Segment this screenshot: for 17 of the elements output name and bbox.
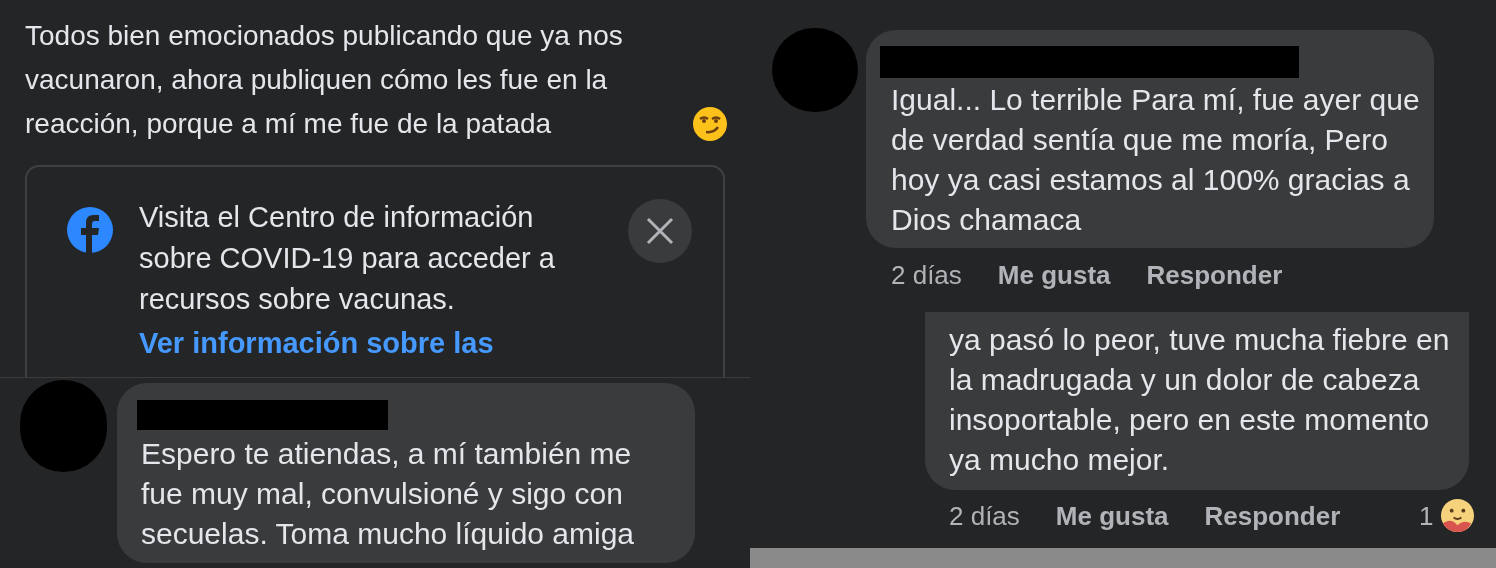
close-icon	[646, 217, 674, 245]
smirk-face-icon	[692, 106, 728, 142]
like-link[interactable]: Me gusta	[1055, 500, 1169, 532]
facebook-icon	[67, 207, 113, 253]
like-link[interactable]: Me gusta	[997, 259, 1111, 291]
post-text: Todos bien emocionados publicando que ya nos vacunaron, ahora publiquen cómo les fue en la reacción, porque a mí me fue de la patada	[25, 19, 624, 141]
info-link[interactable]: Ver información sobre las	[139, 327, 494, 359]
reply-link[interactable]: Responder	[1146, 259, 1283, 291]
info-text: Visita el Centro de información sobre COVID-19 para acceder a recursos sobre vacunas.	[139, 200, 556, 317]
comment-text: ya pasó lo peor, tuve mucha fiebre en la madrugada y un dolor de cabeza insoportable, pero en este momento ya mucho mejor.	[949, 322, 1451, 478]
reaction-count: 1	[1419, 500, 1434, 532]
comment-text: Espero te atiendas, a mí también me fue muy mal, convulsioné y sigo con secuelas. Toma mucho líquido amiga	[141, 436, 636, 552]
timestamp: 2 días	[949, 500, 1020, 532]
reply-link[interactable]: Responder	[1204, 500, 1341, 532]
timestamp: 2 días	[891, 259, 962, 291]
hug-face-icon	[1440, 498, 1475, 533]
comment-text: Igual... Lo terrible Para mí, fue ayer que de verdad sentía que me moría, Pero hoy ya casi estamos al 100% gracias a Dios chamaca	[891, 82, 1421, 238]
